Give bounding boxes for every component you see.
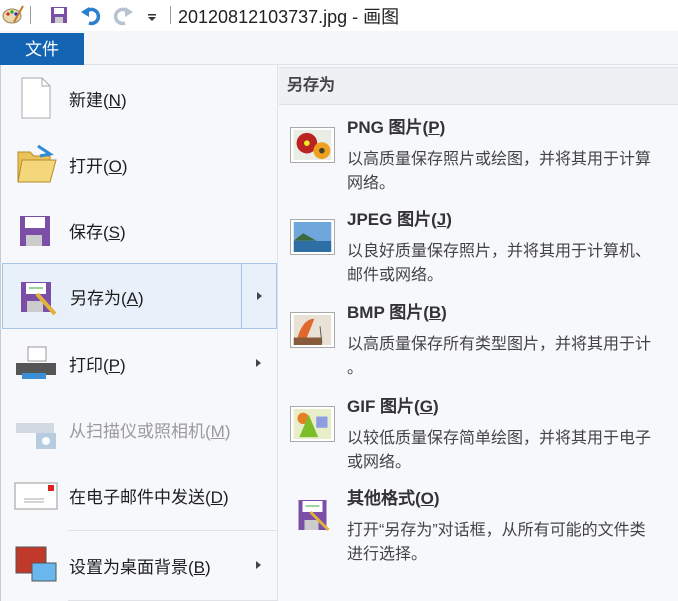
save-as-icon [21,282,57,316]
save-as-gif[interactable]: GIF 图片(G) 以较低质量保存简单绘图，并将其用于电子 或网络。 [279,397,678,484]
desktop-background-icon [15,546,57,582]
entry-description: 打开“另存为”对话框，从所有可能的文件类 [347,522,646,539]
open-folder-icon [17,144,57,183]
paren: ) [439,118,446,137]
access-key: G [419,397,433,416]
entry-description: 邮件或网络。 [347,267,444,284]
printer-icon [16,346,56,379]
file-menu: 新建(N) 打开(O) 保存(S) 另存为(A) 打印(P) 从扫描仪或照相机(… [0,65,678,601]
submenu-arrow-icon[interactable] [257,292,262,300]
redo-icon[interactable] [112,4,134,26]
menu-item-set-desktop-background[interactable]: 设置为桌面背景(B) [2,532,277,598]
entry-description: 或网络。 [347,454,412,471]
separator [68,530,277,531]
save-as-submenu: 另存为 PNG 图片(P) 以高质量保存照片或绘图，并将其用于计算 网络。 JP… [279,65,678,601]
menu-item-label: 从扫描仪或照相机( [69,421,211,441]
menu-item-label: 打开( [69,156,109,176]
paren: ) [441,303,447,322]
title-bar: 20120812103737.jpg - 画图 [0,0,678,31]
access-key: D [210,487,223,507]
menu-item-open[interactable]: 打开(O) [2,131,277,197]
menu-item-from-scanner-camera: 从扫描仪或照相机(M) [2,396,277,462]
new-file-icon [21,77,51,119]
file-tab[interactable]: 文件 [0,33,84,66]
entry-description: 进行选择。 [347,546,428,563]
jpeg-landscape-icon [290,219,335,255]
access-key: O [420,489,434,508]
save-as-other-formats[interactable]: 其他格式(O) 打开“另存为”对话框，从所有可能的文件类 进行选择。 [279,489,678,576]
separator [170,6,171,24]
save-icon[interactable] [48,4,70,26]
entry-title: PNG 图片( [347,118,429,137]
menu-item-label: 保存( [69,222,109,242]
paren: ) [120,222,126,242]
access-key: B [193,557,206,577]
menu-item-label: 新建( [69,90,109,110]
access-key: J [436,210,447,229]
customize-quick-access-icon[interactable] [142,4,164,26]
entry-title: JPEG 图片( [347,210,437,229]
separator [30,6,31,24]
save-as-png[interactable]: PNG 图片(P) 以高质量保存照片或绘图，并将其用于计算 网络。 [279,118,678,205]
paren: ) [432,397,439,416]
save-as-bmp[interactable]: BMP 图片(B) 以高质量保存所有类型图片，并将其用于计 。 [279,303,678,390]
entry-description: 以高质量保存所有类型图片，并将其用于计 [347,336,652,353]
png-flower-icon [290,127,335,163]
split-divider [241,264,242,328]
paint-app-icon[interactable] [2,4,24,26]
paren: ) [224,421,231,441]
save-as-jpeg[interactable]: JPEG 图片(J) 以良好质量保存照片，并将其用于计算机、 邮件或网络。 [279,210,678,297]
menu-item-print[interactable]: 打印(P) [2,330,277,396]
window-title: 20120812103737.jpg - 画图 [178,7,400,27]
menu-item-save[interactable]: 保存(S) [2,197,277,263]
access-key: M [210,421,225,441]
menu-item-new[interactable]: 新建(N) [2,65,277,131]
entry-description: 以较低质量保存简单绘图，并将其用于电子 [347,430,652,447]
bmp-paint-icon [290,312,335,348]
access-key: P [108,355,121,375]
entry-title: BMP 图片( [347,303,429,322]
paren: ) [120,355,126,375]
entry-description: 以高质量保存照片或绘图，并将其用于计算 [347,151,652,168]
menu-item-label: 设置为桌面背景( [69,557,194,577]
submenu-arrow-icon[interactable] [256,561,261,569]
paren: ) [120,90,127,110]
save-as-header: 另存为 [279,67,678,105]
email-envelope-icon [14,482,58,510]
gif-shapes-icon [290,406,335,442]
menu-item-label: 打印( [69,355,109,375]
paren: ) [446,210,452,229]
access-key: N [108,90,121,110]
access-key: O [108,156,122,176]
menu-item-label: 在电子邮件中发送( [69,487,211,507]
save-icon [20,216,50,246]
paren: ) [138,288,144,308]
entry-title: GIF 图片( [347,397,420,416]
save-as-other-icon [298,500,330,532]
ribbon-tab-row: 文件 [0,31,678,66]
access-key: B [428,303,442,322]
paren: ) [205,557,211,577]
scanner-camera-icon [16,423,56,449]
file-menu-commands: 新建(N) 打开(O) 保存(S) 另存为(A) 打印(P) 从扫描仪或照相机(… [1,65,278,601]
access-key: P [428,118,440,137]
menu-item-save-as[interactable]: 另存为(A) [2,263,277,329]
undo-icon[interactable] [80,4,102,26]
menu-item-send-email[interactable]: 在电子邮件中发送(D) [2,462,277,528]
paren: ) [121,156,128,176]
entry-description: 网络。 [347,175,396,192]
paren: ) [433,489,440,508]
menu-item-label: 另存为( [70,288,127,308]
submenu-arrow-icon[interactable] [256,359,261,367]
access-key: A [126,288,139,308]
paren: ) [222,487,229,507]
entry-title: 其他格式( [347,489,421,508]
access-key: S [108,222,121,242]
entry-description: 以良好质量保存照片，并将其用于计算机、 [347,243,652,260]
entry-description: 。 [347,360,364,377]
